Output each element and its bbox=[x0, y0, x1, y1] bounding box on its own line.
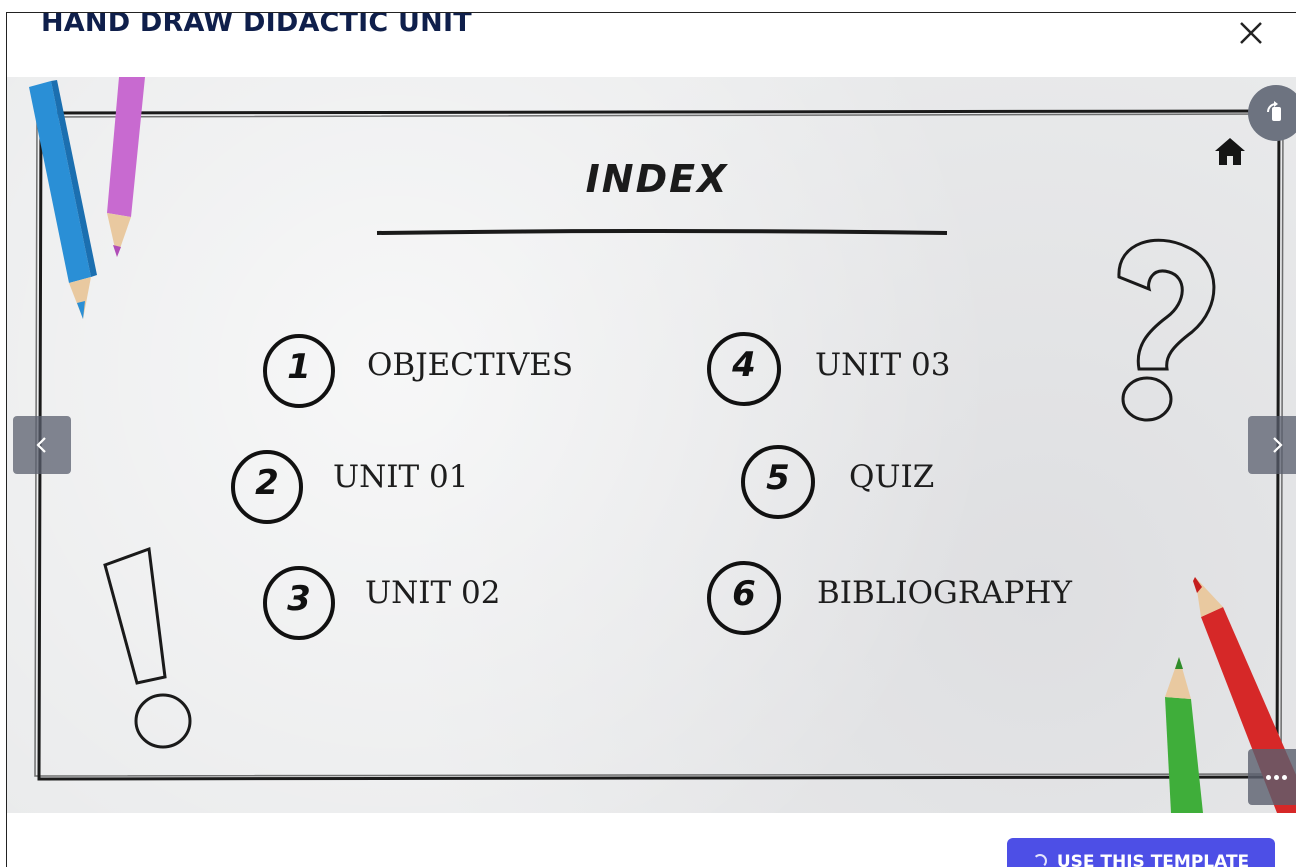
close-icon bbox=[1240, 22, 1262, 44]
rotate-device-button[interactable] bbox=[1248, 85, 1296, 141]
chevron-left-icon bbox=[36, 437, 46, 453]
template-preview-modal: HAND DRAW DIDACTIC UNIT INDEX 1 2 3 4 5 … bbox=[6, 12, 1296, 867]
home-icon bbox=[1215, 138, 1245, 165]
prev-slide-button[interactable] bbox=[13, 416, 71, 474]
modal-title: HAND DRAW DIDACTIC UNIT bbox=[41, 12, 472, 38]
home-button[interactable] bbox=[1213, 135, 1247, 172]
more-dots-icon bbox=[1264, 774, 1288, 780]
more-options-button[interactable] bbox=[1248, 749, 1296, 805]
loading-spinner-icon bbox=[1032, 854, 1047, 867]
slide-title: INDEX bbox=[585, 157, 729, 201]
index-link-quiz[interactable]: QUIZ bbox=[849, 459, 934, 495]
slide-preview: INDEX 1 2 3 4 5 6 OBJECTIVES UNIT 01 UNI… bbox=[7, 77, 1296, 813]
index-link-unit-02[interactable]: UNIT 02 bbox=[365, 575, 500, 611]
title-underline bbox=[376, 229, 948, 235]
exclamation-mark-drawing bbox=[103, 546, 192, 749]
rotate-device-icon bbox=[1267, 101, 1281, 121]
index-link-unit-01[interactable]: UNIT 01 bbox=[333, 459, 468, 495]
close-button[interactable] bbox=[1233, 15, 1269, 51]
chevron-right-icon bbox=[1273, 437, 1283, 453]
index-link-unit-03[interactable]: UNIT 03 bbox=[815, 347, 950, 383]
index-link-objectives[interactable]: OBJECTIVES bbox=[367, 347, 573, 383]
next-slide-button[interactable] bbox=[1248, 416, 1296, 474]
index-link-bibliography[interactable]: BIBLIOGRAPHY bbox=[817, 575, 1072, 611]
question-mark-drawing bbox=[1117, 238, 1216, 422]
use-template-button[interactable]: USE THIS TEMPLATE bbox=[1007, 838, 1275, 867]
hand-drawn-frame bbox=[34, 109, 1284, 781]
use-template-label: USE THIS TEMPLATE bbox=[1056, 852, 1250, 867]
